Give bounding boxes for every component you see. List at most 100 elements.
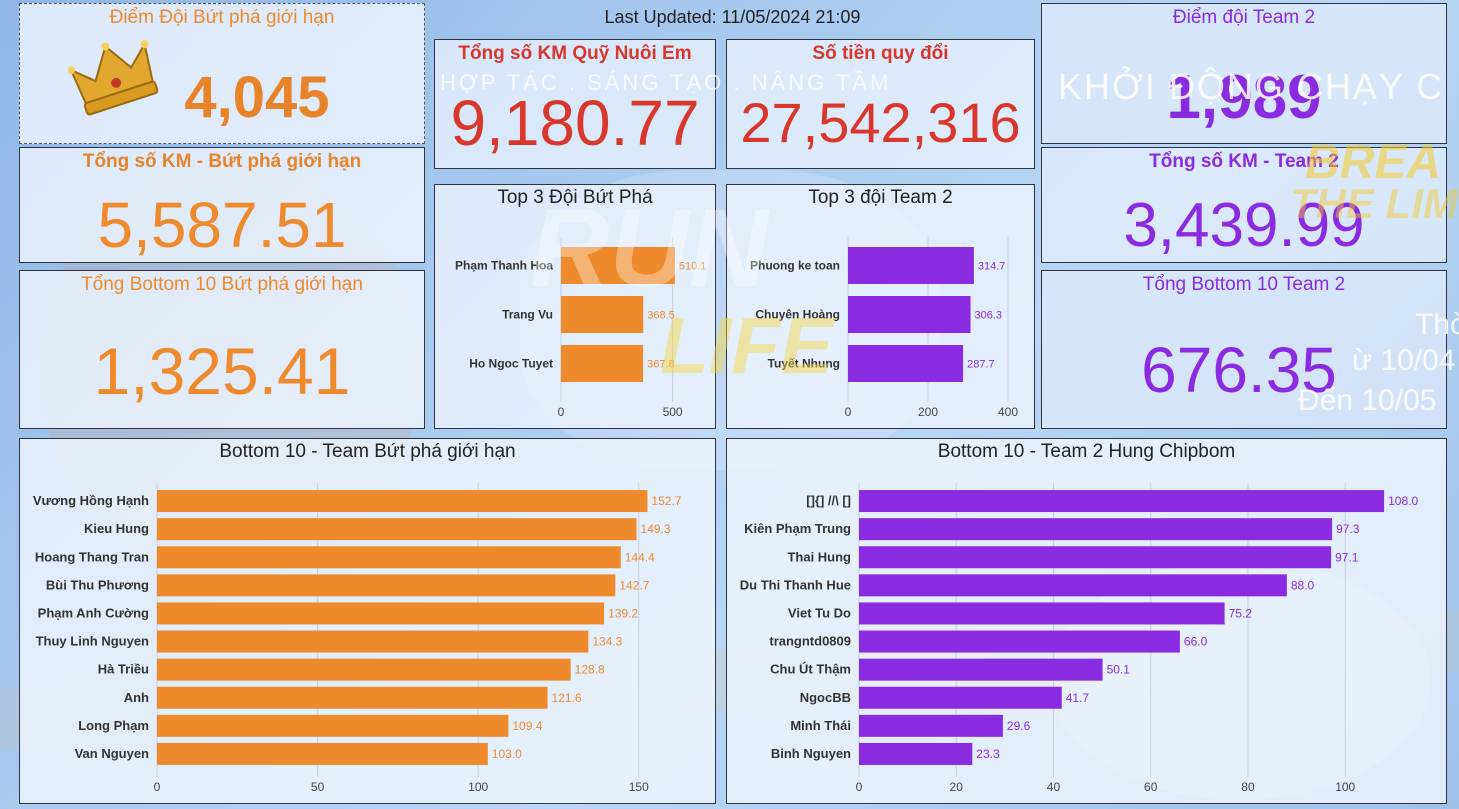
bar[interactable] (859, 602, 1225, 625)
category-label: Long Phạm (78, 718, 149, 733)
category-label: Thuy Linh Nguyen (36, 634, 149, 649)
chart-bottom10-team2[interactable]: Bottom 10 - Team 2 Hung Chipbom 0 20 40 60 8… (726, 438, 1447, 804)
chart-top3-team2-plot: 0 200 400 Phuong ke toan 314.7 Chuyên Hoàng 30… (750, 237, 1018, 419)
data-label: 142.7 (619, 578, 649, 592)
bar[interactable] (859, 658, 1103, 681)
bar[interactable] (859, 518, 1333, 541)
data-label: 75.2 (1229, 606, 1253, 620)
card-points-team2[interactable]: Điểm đội Team 2 1,989 (1041, 3, 1447, 144)
category-label: Kiên Phạm Trung (744, 521, 851, 536)
category-label: Viet Tu Do (788, 605, 851, 620)
category-label: Hà Triều (98, 662, 149, 677)
category-label: Ho Ngoc Tuyet (469, 357, 553, 371)
category-label: Van Nguyen (75, 746, 149, 761)
category-label: Tuyết Nhung (768, 357, 840, 371)
bar[interactable] (157, 546, 621, 569)
bar[interactable] (848, 247, 974, 284)
x-tick-label: 20 (950, 780, 964, 794)
category-label: Anh (124, 690, 149, 705)
category-label: Phạm Anh Cường (38, 605, 149, 620)
bar[interactable] (859, 742, 973, 765)
chart-top3-team1-plot: 0 500 Phạm Thanh Hoa 510.1 Trang Vu 368.5 Ho N… (455, 237, 706, 419)
x-tick-label: 500 (663, 405, 683, 419)
bar[interactable] (561, 345, 644, 382)
category-label: Chu Út Thậm (770, 662, 851, 677)
bar[interactable] (859, 714, 1003, 737)
card-value: 27,542,316 (740, 91, 1021, 154)
chart-bottom10-team2-plot: 0 20 40 60 80 100 []{] //\ [] 108.0 Kiên Phạm Tr… (740, 483, 1418, 794)
card-title: Điểm đội Team 2 (1172, 7, 1316, 28)
bar[interactable] (157, 490, 648, 513)
data-label: 66.0 (1184, 635, 1208, 649)
x-tick-label: 80 (1241, 780, 1255, 794)
bar[interactable] (157, 714, 509, 737)
card-title: Tổng Bottom 10 Bứt phá giới hạn (81, 274, 363, 295)
category-label: Kieu Hung (84, 521, 149, 536)
bar[interactable] (859, 490, 1385, 513)
card-bottom10-team2[interactable]: Tổng Bottom 10 Team 2 676.35 (1041, 270, 1447, 429)
bar[interactable] (859, 574, 1287, 597)
card-km-team1[interactable]: Tổng số KM - Bứt phá giới hạn 5,587.51 (19, 147, 425, 263)
chart-top3-team2[interactable]: Top 3 đội Team 2 0 200 400 Phuong ke toan 31… (726, 184, 1035, 429)
category-label: Trang Vu (502, 308, 553, 322)
bar[interactable] (859, 546, 1332, 569)
card-total-km-fund[interactable]: Tổng số KM Quỹ Nuôi Em 9,180.77 (434, 39, 716, 169)
x-tick-label: 40 (1047, 780, 1061, 794)
data-label: 108.0 (1388, 494, 1418, 508)
data-label: 97.1 (1335, 550, 1359, 564)
data-label: 367.8 (647, 359, 675, 371)
bar[interactable] (859, 686, 1062, 709)
data-label: 97.3 (1336, 522, 1360, 536)
x-tick-label: 100 (1335, 780, 1355, 794)
card-title: Số tiền quy đổi (812, 43, 949, 64)
category-label: Hoang Thang Tran (35, 549, 149, 564)
data-label: 88.0 (1291, 578, 1315, 592)
last-updated-label: Last Updated: 11/05/2024 21:09 (604, 7, 861, 27)
data-label: 50.1 (1107, 663, 1131, 677)
chart-bottom10-team1-plot: 0 50 100 150 Vương Hồng Hạnh 152.7 Kieu Hung 14… (33, 483, 682, 794)
bar[interactable] (848, 345, 964, 382)
card-bottom10-team1[interactable]: Tổng Bottom 10 Bứt phá giới hạn 1,325.41 (19, 270, 425, 429)
card-value: 9,180.77 (450, 87, 700, 159)
data-label: 109.4 (512, 719, 542, 733)
chart-bottom10-team1[interactable]: Bottom 10 - Team Bứt phá giới hạn 0 50 100… (19, 438, 716, 804)
card-points-team1[interactable]: Điểm Đội Bứt phá giới hạn 4,045 (19, 3, 425, 144)
data-label: 134.3 (592, 635, 622, 649)
card-money[interactable]: Số tiền quy đổi 27,542,316 (726, 39, 1035, 169)
card-value: 3,439.99 (1123, 191, 1365, 260)
data-label: 41.7 (1066, 691, 1090, 705)
chart-top3-team1[interactable]: Top 3 Đội Bứt Phá 0 500 Phạm Thanh Hoa 510.… (434, 184, 716, 429)
x-tick-label: 0 (856, 780, 863, 794)
category-label: Phạm Thanh Hoa (455, 259, 553, 273)
x-tick-label: 0 (845, 405, 852, 419)
data-label: 29.6 (1007, 719, 1031, 733)
data-label: 368.5 (647, 310, 675, 322)
category-label: Minh Thái (790, 718, 851, 733)
x-tick-label: 150 (629, 780, 649, 794)
bar[interactable] (157, 602, 605, 625)
data-label: 306.3 (975, 310, 1003, 322)
bar[interactable] (157, 658, 571, 681)
data-label: 23.3 (976, 747, 1000, 761)
category-label: Binh Nguyen (771, 746, 851, 761)
data-label: 139.2 (608, 606, 638, 620)
card-title: Tổng Bottom 10 Team 2 (1142, 274, 1346, 295)
card-km-team2[interactable]: Tổng số KM - Team 2 3,439.99 (1041, 147, 1447, 263)
bar[interactable] (859, 630, 1180, 653)
bar[interactable] (157, 742, 488, 765)
bar[interactable] (561, 247, 675, 284)
data-label: 287.7 (967, 359, 995, 371)
bar[interactable] (848, 296, 971, 333)
x-tick-label: 100 (468, 780, 488, 794)
bar[interactable] (157, 686, 548, 709)
bar[interactable] (561, 296, 644, 333)
bar[interactable] (157, 574, 616, 597)
card-value: 676.35 (1141, 334, 1337, 406)
card-title: Tổng số KM - Bứt phá giới hạn (82, 151, 362, 172)
x-tick-label: 400 (998, 405, 1018, 419)
data-label: 144.4 (625, 550, 655, 564)
bar[interactable] (157, 518, 637, 541)
category-label: Chuyên Hoàng (755, 308, 840, 322)
card-value: 1,989 (1166, 63, 1322, 132)
bar[interactable] (157, 630, 589, 653)
